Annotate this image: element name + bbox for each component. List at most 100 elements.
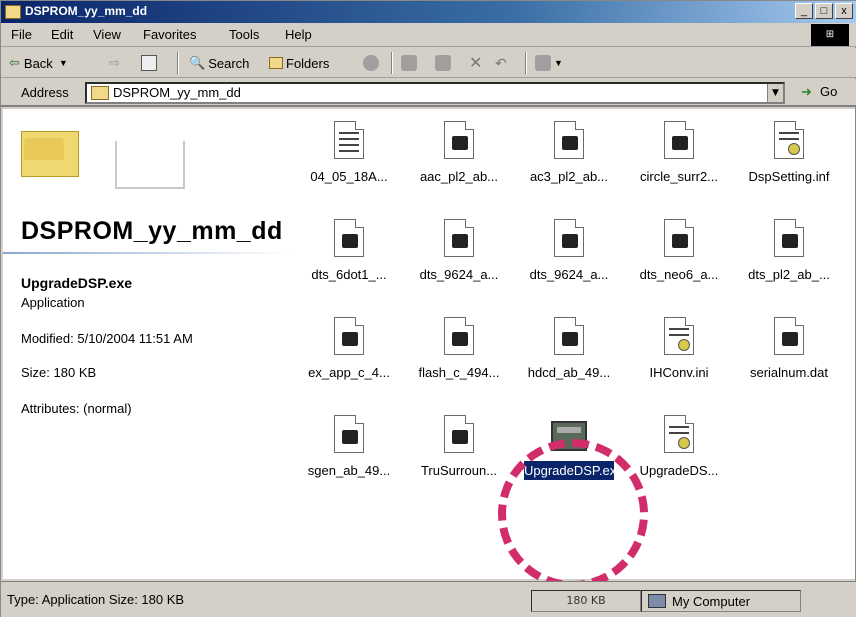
- copy-to-icon: [435, 55, 451, 71]
- close-button[interactable]: x: [835, 3, 853, 19]
- file-item[interactable]: aac_pl2_ab...: [403, 121, 515, 209]
- search-icon: 🔍: [189, 55, 206, 70]
- folder-tab: [24, 138, 64, 160]
- menu-tools[interactable]: Tools: [229, 27, 259, 42]
- dropdown-arrow-icon: ▼: [554, 58, 563, 68]
- file-item[interactable]: hdcd_ab_49...: [513, 317, 625, 405]
- folder-icon: [5, 5, 21, 19]
- history-icon: [363, 55, 379, 71]
- open-folder-icon: [21, 131, 79, 177]
- binary-file-icon: [554, 121, 584, 159]
- text-document-icon: [334, 121, 364, 159]
- undo-button[interactable]: ↶: [495, 53, 507, 73]
- folder-icon: [91, 86, 109, 100]
- window-title: DSPROM_yy_mm_dd: [25, 4, 148, 18]
- explorer-window: DSPROM_yy_mm_dd _ □ x File Edit View Fav…: [0, 0, 856, 617]
- menu-bar: File Edit View Favorites Tools Help ⊞: [1, 23, 856, 47]
- file-item[interactable]: flash_c_494...: [403, 317, 515, 405]
- selected-file-modified: Modified: 5/10/2004 11:51 AM: [21, 331, 193, 346]
- address-bar: Address DSPROM_yy_mm_dd ▼ ➜ Go: [1, 79, 856, 107]
- address-input[interactable]: DSPROM_yy_mm_dd ▼: [85, 82, 785, 104]
- file-item[interactable]: dts_9624_a...: [403, 219, 515, 307]
- selected-file-size: Size: 180 KB: [21, 365, 97, 380]
- undo-icon: ↶: [495, 54, 507, 71]
- binary-file-icon: [664, 219, 694, 257]
- file-item[interactable]: circle_surr2...: [623, 121, 735, 209]
- delete-icon: ✕: [469, 55, 483, 72]
- toolbar-separator: [177, 52, 179, 74]
- forward-arrow-icon: ⇨: [109, 55, 120, 70]
- binary-file-icon: [444, 317, 474, 355]
- menu-edit[interactable]: Edit: [51, 27, 73, 42]
- delete-button[interactable]: ✕: [469, 53, 482, 73]
- folders-button[interactable]: Folders: [269, 53, 329, 73]
- views-icon: [535, 55, 551, 71]
- file-item[interactable]: sgen_ab_49...: [293, 415, 405, 503]
- details-panel: DSPROM_yy_mm_dd UpgradeDSP.exe Applicati…: [3, 109, 293, 579]
- file-item[interactable]: ex_app_c_4...: [293, 317, 405, 405]
- menu-view[interactable]: View: [93, 27, 121, 42]
- binary-file-icon: [554, 219, 584, 257]
- toolbar: ⇦ Back ▼ ⇨ 🔍 Search Folders ✕ ↶ ▼: [1, 48, 856, 78]
- status-size: 180 KB: [531, 590, 641, 612]
- back-button[interactable]: ⇦ Back ▼: [9, 53, 68, 73]
- menu-file[interactable]: File: [11, 27, 32, 42]
- settings-file-icon: [774, 121, 804, 159]
- file-item[interactable]: ac3_pl2_ab...: [513, 121, 625, 209]
- go-arrow-icon: ➜: [801, 83, 812, 99]
- maximize-button[interactable]: □: [815, 3, 833, 19]
- search-button[interactable]: 🔍 Search: [189, 53, 249, 73]
- status-bar: Type: Application Size: 180 KB 180 KB My…: [1, 581, 856, 617]
- binary-file-icon: [334, 219, 364, 257]
- file-item[interactable]: 04_05_18A...: [293, 121, 405, 209]
- binary-file-icon: [444, 219, 474, 257]
- folder-content: DSPROM_yy_mm_dd UpgradeDSP.exe Applicati…: [3, 109, 855, 589]
- binary-file-icon: [664, 121, 694, 159]
- move-to-button[interactable]: [401, 53, 420, 73]
- windows-logo-icon: ⊞: [811, 24, 849, 46]
- toolbar-separator: [391, 52, 393, 74]
- highlight-circle: [498, 439, 648, 589]
- file-item[interactable]: dts_neo6_a...: [623, 219, 735, 307]
- dropdown-arrow-icon[interactable]: ▼: [59, 58, 68, 68]
- selected-file-attributes: Attributes: (normal): [21, 401, 132, 416]
- binary-file-icon: [774, 317, 804, 355]
- settings-file-icon: [664, 415, 694, 453]
- folders-icon: [269, 57, 283, 69]
- forward-button[interactable]: ⇨: [109, 53, 120, 73]
- selected-file-name: UpgradeDSP.exe: [21, 275, 133, 291]
- heading-divider: [3, 252, 293, 254]
- address-value: DSPROM_yy_mm_dd: [113, 85, 241, 100]
- views-button[interactable]: ▼: [535, 53, 563, 73]
- menu-favorites[interactable]: Favorites: [143, 27, 196, 42]
- status-text: Type: Application Size: 180 KB: [7, 592, 185, 607]
- folder-heading: DSPROM_yy_mm_dd: [21, 217, 283, 245]
- folder-graphic: [115, 141, 185, 189]
- settings-file-icon: [664, 317, 694, 355]
- file-item[interactable]: DspSetting.inf: [733, 121, 845, 209]
- binary-file-icon: [444, 121, 474, 159]
- minimize-button[interactable]: _: [795, 3, 813, 19]
- file-item[interactable]: dts_6dot1_...: [293, 219, 405, 307]
- computer-icon: [648, 594, 666, 608]
- back-arrow-icon: ⇦: [9, 55, 20, 70]
- title-bar[interactable]: DSPROM_yy_mm_dd _ □ x: [1, 1, 856, 23]
- binary-file-icon: [334, 415, 364, 453]
- file-item[interactable]: dts_9624_a...: [513, 219, 625, 307]
- chevron-down-icon[interactable]: ▼: [767, 84, 783, 102]
- window-controls: _ □ x: [795, 3, 853, 19]
- status-zone: My Computer: [641, 590, 801, 612]
- move-to-icon: [401, 55, 417, 71]
- copy-to-button[interactable]: [435, 53, 454, 73]
- file-item[interactable]: serialnum.dat: [733, 317, 845, 405]
- binary-file-icon: [334, 317, 364, 355]
- history-button[interactable]: [363, 53, 382, 73]
- file-item[interactable]: TruSurroun...: [403, 415, 515, 503]
- selected-file-type: Application: [21, 295, 85, 310]
- address-label: Address: [21, 85, 69, 100]
- up-folder-button[interactable]: [141, 53, 160, 73]
- go-button[interactable]: ➜ Go: [801, 84, 837, 99]
- file-item[interactable]: dts_pl2_ab_...: [733, 219, 845, 307]
- menu-help[interactable]: Help: [285, 27, 312, 42]
- file-item[interactable]: IHConv.ini: [623, 317, 735, 405]
